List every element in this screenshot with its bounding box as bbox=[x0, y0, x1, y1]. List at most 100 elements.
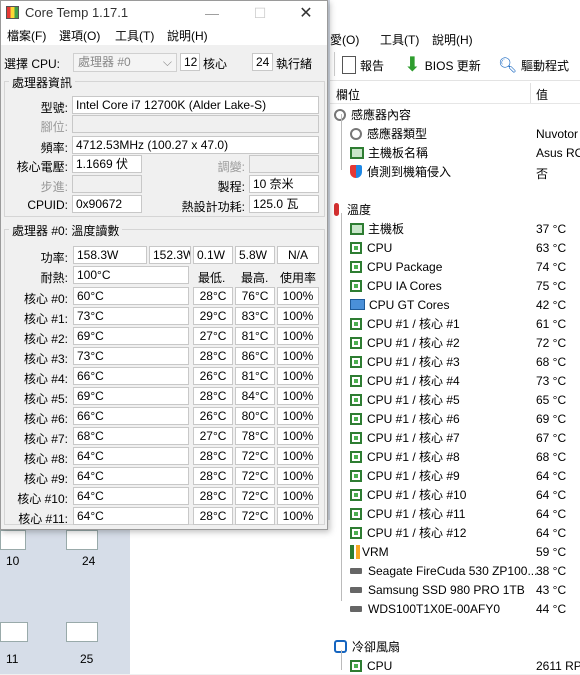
tree-item[interactable]: CPU IA Cores bbox=[350, 276, 442, 295]
tree-item[interactable]: CPU #1 / 核心 #11 bbox=[350, 504, 466, 523]
tree-item[interactable]: CPU #1 / 核心 #6 bbox=[350, 409, 460, 428]
core-min-temp: 28°C bbox=[193, 287, 233, 305]
core-max-temp: 78°C bbox=[235, 427, 275, 445]
chip-icon bbox=[350, 431, 362, 444]
tree-item[interactable]: Samsung SSD 980 PRO 1TB bbox=[350, 580, 525, 599]
core-temp: 64°C bbox=[73, 487, 189, 505]
core-load: 100% bbox=[277, 467, 319, 485]
tree-connector-line bbox=[341, 213, 342, 601]
tree-item-value: 63 °C bbox=[536, 241, 567, 255]
frequency-value: 4712.53MHz (100.27 x 47.0) bbox=[72, 136, 319, 154]
core-min-temp: 28°C bbox=[193, 347, 233, 365]
chip-icon bbox=[350, 374, 362, 387]
tree-item-label: 冷卻風扇 bbox=[352, 640, 401, 654]
menu-bar: 檔案(F) 選項(O) 工具(T) 說明(H) bbox=[1, 25, 327, 45]
tree-item[interactable]: CPU Package bbox=[350, 257, 442, 276]
core-load: 100% bbox=[277, 307, 319, 325]
menu-help[interactable]: 說明(H) bbox=[167, 27, 208, 44]
cpu-select-dropdown[interactable]: 處理器 #0 ⌵ bbox=[73, 53, 177, 72]
core-temp: 73°C bbox=[73, 307, 189, 325]
tree-item[interactable]: CPU GT Cores bbox=[350, 295, 449, 314]
chip-icon bbox=[350, 317, 362, 330]
cores-label: 核心 bbox=[203, 57, 228, 71]
tree-item[interactable]: CPU #1 / 核心 #12 bbox=[350, 523, 466, 542]
tree-item-label: CPU #1 / 核心 #7 bbox=[367, 431, 460, 445]
core-label: 核心 #11: bbox=[18, 512, 68, 526]
tree-item[interactable]: CPU bbox=[350, 238, 392, 257]
tree-item[interactable]: VRM bbox=[350, 542, 389, 561]
cpuid-label: CPUID: bbox=[27, 198, 68, 212]
column-load: 使用率 bbox=[280, 271, 317, 285]
tree-item[interactable]: Seagate FireCuda 530 ZP100... bbox=[350, 561, 537, 580]
core-temp: 66°C bbox=[73, 407, 189, 425]
core-label: 核心 #1: bbox=[23, 312, 68, 326]
column-max: 最高. bbox=[241, 271, 269, 285]
tree-item[interactable]: CPU #1 / 核心 #5 bbox=[350, 390, 460, 409]
sensor-icon bbox=[350, 127, 362, 140]
tree-item[interactable]: 偵測到機箱侵入 bbox=[350, 162, 451, 181]
chip-icon bbox=[350, 241, 362, 254]
tree-item[interactable]: 溫度 bbox=[334, 200, 371, 219]
tree-item[interactable]: CPU #1 / 核心 #2 bbox=[350, 333, 460, 352]
tree-item-label: CPU #1 / 核心 #10 bbox=[367, 488, 467, 502]
report-button[interactable]: 報告 bbox=[342, 54, 384, 76]
report-icon bbox=[342, 56, 356, 74]
driver-update-button[interactable]: 🔍︎ 驅動程式 bbox=[498, 54, 569, 76]
maximize-button[interactable]: ☐ bbox=[237, 1, 283, 25]
tree-item-value: 68 °C bbox=[536, 355, 567, 369]
tree-item[interactable]: 感應器內容 bbox=[334, 105, 411, 124]
tree-item[interactable]: CPU #1 / 核心 #1 bbox=[350, 314, 460, 333]
tree-item-label: VRM bbox=[362, 544, 389, 559]
menu-options[interactable]: 選項(O) bbox=[59, 27, 100, 44]
chip-icon bbox=[350, 412, 362, 425]
tree-item-label: CPU Package bbox=[367, 259, 443, 274]
tree-item-label: CPU IA Cores bbox=[367, 278, 442, 293]
chip-icon bbox=[350, 469, 362, 482]
title-bar[interactable]: Core Temp 1.17.1 — ☐ ✕ bbox=[1, 1, 327, 25]
tree-item-value: 64 °C bbox=[536, 469, 567, 483]
menu-tools[interactable]: 工具(T) bbox=[115, 27, 154, 44]
tree-item-label: CPU #1 / 核心 #6 bbox=[367, 412, 460, 426]
tree-item-value: 74 °C bbox=[536, 260, 567, 274]
menu-item[interactable]: 工具(T) bbox=[380, 31, 419, 48]
chip-icon bbox=[350, 336, 362, 349]
tree-item[interactable]: CPU #1 / 核心 #3 bbox=[350, 352, 460, 371]
tree-item[interactable]: CPU bbox=[350, 656, 392, 675]
tree-item-label: 主機板名稱 bbox=[368, 146, 429, 160]
menu-file[interactable]: 檔案(F) bbox=[7, 27, 46, 44]
core-temp: 64°C bbox=[73, 447, 189, 465]
column-header-field[interactable]: 欄位 bbox=[336, 86, 360, 103]
socket-label: 腳位: bbox=[40, 120, 68, 134]
tree-item[interactable]: 感應器類型 bbox=[350, 124, 427, 143]
board-icon bbox=[350, 222, 364, 235]
tree-item[interactable]: CPU #1 / 核心 #9 bbox=[350, 466, 460, 485]
tjmax-label: 耐熱: bbox=[40, 271, 68, 285]
tree-item[interactable]: CPU #1 / 核心 #4 bbox=[350, 371, 460, 390]
tree-item-label: CPU bbox=[367, 240, 393, 255]
core-min-temp: 28°C bbox=[193, 447, 233, 465]
memory-slot-icon bbox=[0, 530, 26, 550]
tree-item[interactable]: CPU #1 / 核心 #8 bbox=[350, 447, 460, 466]
chip-icon bbox=[350, 393, 362, 406]
column-header-value[interactable]: 值 bbox=[536, 86, 548, 103]
tree-item[interactable]: 冷卻風扇 bbox=[334, 637, 400, 656]
temperature-title: 處理器 #0: 溫度讀數 bbox=[9, 222, 123, 239]
core-max-temp: 83°C bbox=[235, 307, 275, 325]
tree-item[interactable]: WDS100T1X0E-00AFY0 bbox=[350, 599, 500, 618]
tree-item[interactable]: CPU #1 / 核心 #10 bbox=[350, 485, 466, 504]
power-package: 158.3W bbox=[73, 246, 147, 264]
core-load: 100% bbox=[277, 327, 319, 345]
tree-item[interactable]: CPU #1 / 核心 #7 bbox=[350, 428, 460, 447]
maximize-icon: ☐ bbox=[253, 4, 267, 21]
tree-item-label: 偵測到機箱侵入 bbox=[367, 165, 452, 179]
menu-item[interactable]: 說明(H) bbox=[432, 31, 473, 48]
tree-item[interactable]: 主機板 bbox=[350, 219, 404, 238]
core-max-temp: 76°C bbox=[235, 287, 275, 305]
tree-item[interactable]: 主機板名稱 bbox=[350, 143, 428, 162]
menu-item[interactable]: 愛(O) bbox=[330, 31, 359, 48]
close-button[interactable]: ✕ bbox=[283, 1, 329, 25]
minimize-button[interactable]: — bbox=[189, 1, 235, 25]
app-icon bbox=[6, 6, 19, 19]
bios-update-button[interactable]: ⬇ BIOS 更新 bbox=[404, 54, 481, 76]
background-menubar: 愛(O) 工具(T) 說明(H) bbox=[330, 28, 580, 48]
